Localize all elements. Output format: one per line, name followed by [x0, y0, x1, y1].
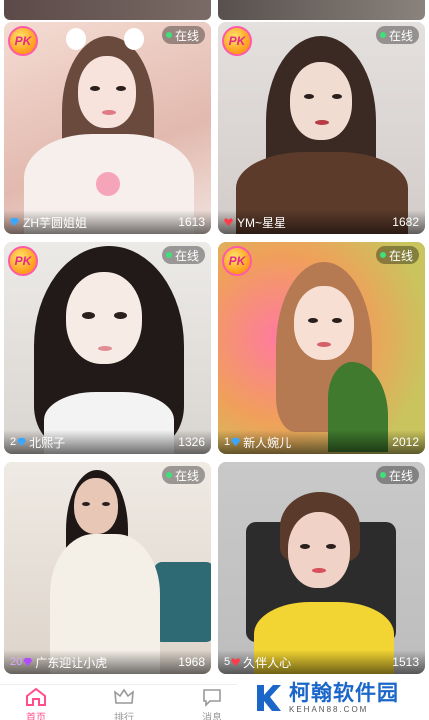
- watermark: 柯翰软件园 KEHAN88.COM: [237, 676, 429, 720]
- previous-row-partial: [0, 0, 429, 22]
- card-footer: 2 北熙子 1326: [4, 430, 211, 454]
- card-footer: 5 久伴人心 1513: [218, 650, 425, 674]
- card-footer: YM~星星 1682: [218, 210, 425, 234]
- partial-card-right[interactable]: [218, 0, 425, 20]
- viewer-count: 2012: [392, 435, 419, 449]
- online-badge: 在线: [375, 26, 419, 44]
- streamer-name: ZH芋圆姐姐: [23, 215, 87, 230]
- streamer-photo: [4, 462, 211, 674]
- online-dot-icon: [379, 32, 386, 38]
- heart-icon: [231, 658, 241, 666]
- level-badge: [224, 218, 234, 226]
- nav-home[interactable]: 首页: [16, 687, 56, 720]
- online-dot-icon: [379, 472, 386, 478]
- heart-icon: [224, 218, 233, 226]
- streamer-photo: [4, 242, 211, 454]
- home-icon: [26, 687, 46, 706]
- nav-messages[interactable]: 消息: [192, 687, 232, 720]
- diamond-icon: [10, 218, 19, 226]
- viewer-count: 1326: [178, 435, 205, 449]
- online-dot-icon: [165, 252, 172, 258]
- online-badge: 在线: [161, 466, 205, 484]
- streamer-name: 新人婉儿: [243, 435, 292, 450]
- online-badge: 在线: [375, 246, 419, 264]
- watermark-domain: KEHAN88.COM: [289, 704, 369, 714]
- pk-badge: PK: [222, 246, 252, 276]
- live-card[interactable]: PK 在线 1 新人婉儿 2012: [218, 242, 425, 454]
- streamer-photo: [4, 22, 211, 234]
- viewer-count: 1968: [178, 655, 205, 669]
- streamer-photo: [218, 242, 425, 454]
- card-footer: 20 广东迎让小虎 1968: [4, 650, 211, 674]
- partial-card-left[interactable]: [4, 0, 211, 20]
- nav-ranking[interactable]: 排行: [104, 687, 144, 720]
- online-badge: 在线: [161, 246, 205, 264]
- online-badge: 在线: [161, 26, 205, 44]
- watermark-title: 柯翰软件园: [289, 681, 399, 705]
- online-dot-icon: [379, 252, 386, 258]
- message-icon: [203, 689, 221, 707]
- pk-badge: PK: [222, 26, 252, 56]
- streamer-name: 久伴人心: [243, 655, 292, 670]
- viewer-count: 1682: [392, 215, 419, 229]
- crown-icon: [114, 688, 134, 704]
- card-footer: 1 新人婉儿 2012: [218, 430, 425, 454]
- live-card[interactable]: 在线 5 久伴人心 1513: [218, 462, 425, 674]
- online-dot-icon: [165, 472, 172, 478]
- card-footer: ZH芋圆姐姐 1613: [4, 210, 211, 234]
- live-card[interactable]: PK 在线 YM~星星 1682: [218, 22, 425, 234]
- streamer-photo: [218, 22, 425, 234]
- pk-badge: PK: [8, 26, 38, 56]
- online-dot-icon: [165, 32, 172, 38]
- live-card[interactable]: PK 在线 2 北熙子 1326: [4, 242, 211, 454]
- streamer-name: 北熙子: [29, 435, 66, 450]
- viewer-count: 1613: [178, 215, 205, 229]
- k-logo-icon: [257, 685, 281, 711]
- crown-level-icon: [23, 658, 33, 666]
- level-badge: 5: [224, 656, 241, 668]
- live-card[interactable]: 在线 20 广东迎让小虎 1968: [4, 462, 211, 674]
- streamer-photo: [218, 462, 425, 674]
- live-card[interactable]: PK 在线 ZH芋圆姐姐 1613: [4, 22, 211, 234]
- viewer-count: 1513: [392, 655, 419, 669]
- level-badge: 2: [10, 436, 27, 448]
- diamond-icon: [17, 438, 27, 446]
- level-badge: [10, 218, 20, 226]
- level-badge: 1: [224, 436, 241, 448]
- streamer-name: 广东迎让小虎: [35, 655, 108, 670]
- level-badge: 20: [10, 656, 33, 668]
- pk-badge: PK: [8, 246, 38, 276]
- online-badge: 在线: [375, 466, 419, 484]
- streamer-name: YM~星星: [237, 215, 287, 230]
- diamond-icon: [231, 438, 241, 446]
